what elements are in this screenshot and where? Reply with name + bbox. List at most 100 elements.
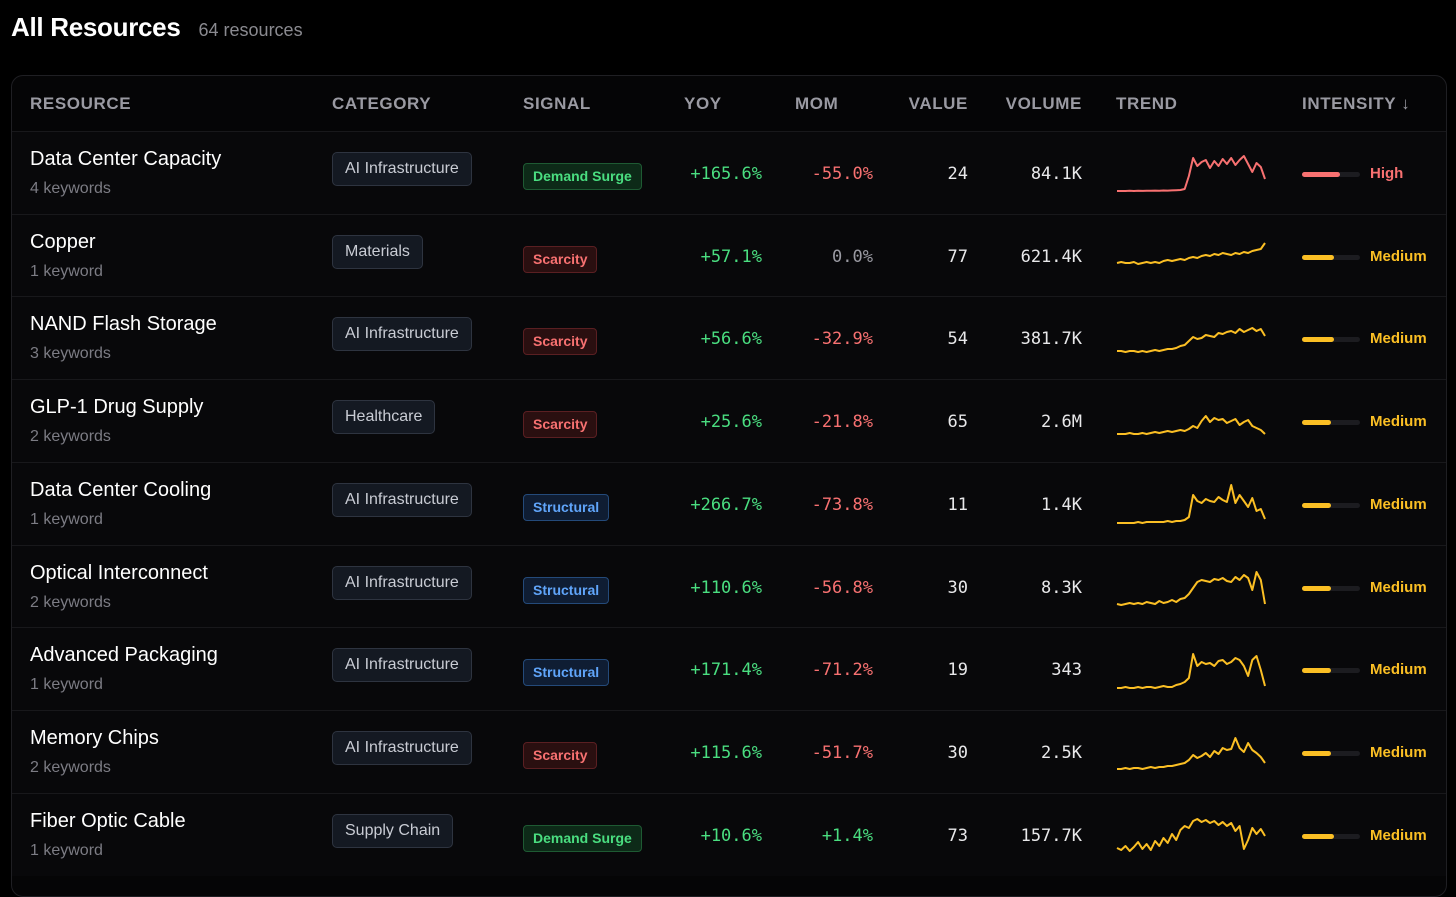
intensity-bar-fill: [1302, 750, 1331, 756]
intensity-bar: [1302, 585, 1360, 591]
trend-sparkline: [1117, 483, 1266, 524]
resource-name[interactable]: GLP-1 Drug Supply: [30, 396, 203, 419]
trend-line: [1117, 653, 1266, 690]
intensity-bar: [1302, 502, 1360, 508]
trend-sparkline: [1117, 327, 1266, 354]
resource-name[interactable]: Advanced Packaging: [30, 644, 218, 667]
category-badge: AI Infrastructure: [332, 152, 472, 186]
yoy-value: +25.6%: [700, 412, 762, 433]
col-volume[interactable]: VOLUME: [1006, 94, 1082, 114]
mom-value: -32.9%: [811, 329, 873, 350]
volume-cell: 2.5K: [1041, 742, 1082, 763]
resource-name[interactable]: Data Center Capacity: [30, 148, 221, 171]
volume-cell: 381.7K: [1020, 329, 1082, 350]
intensity-label: Medium: [1370, 743, 1427, 761]
intensity-bar-fill: [1302, 172, 1340, 177]
mom-value: -73.8%: [811, 494, 873, 515]
trend-line: [1117, 155, 1266, 192]
category-badge: Supply Chain: [332, 813, 454, 848]
trend-line: [1117, 736, 1266, 770]
intensity-bar: [1302, 254, 1360, 260]
signal-badge: Scarcity: [523, 245, 598, 273]
volume-cell: 84.1K: [1030, 164, 1082, 184]
keyword-count: 4 keywords: [30, 180, 111, 197]
value-cell: 30: [947, 577, 968, 598]
category-badge: Materials: [332, 234, 423, 269]
resources-table: RESOURCE CATEGORY SIGNAL YOY MOM VALUE V…: [11, 75, 1447, 897]
intensity-bar: [1302, 420, 1360, 426]
trend-sparkline: [1117, 415, 1266, 436]
signal-badge: Structural: [523, 576, 610, 604]
mom-value: -71.2%: [811, 660, 873, 681]
table-row[interactable]: Data Center Capacity 4 keywords AI Infrast…: [12, 131, 1446, 214]
trend-sparkline: [1116, 242, 1266, 265]
resource-name[interactable]: Fiber Optic Cable: [30, 810, 186, 833]
intensity-bar: [1302, 833, 1360, 839]
yoy-value: +266.7%: [690, 494, 762, 515]
intensity-bar: [1302, 172, 1360, 177]
keyword-count: 3 keywords: [30, 345, 111, 363]
mom-value: -21.8%: [811, 412, 873, 433]
signal-badge: Scarcity: [523, 741, 598, 769]
signal-badge: Scarcity: [523, 328, 598, 356]
keyword-count: 2 keywords: [30, 758, 111, 776]
trend-line: [1117, 327, 1266, 354]
resource-name[interactable]: Optical Interconnect: [30, 562, 208, 585]
intensity-label: Medium: [1370, 330, 1427, 348]
page-title: All Resources: [11, 12, 181, 42]
keyword-count: 1 keyword: [30, 510, 103, 528]
col-category[interactable]: CATEGORY: [332, 94, 431, 114]
table-row[interactable]: Fiber Optic Cable 1 keyword Supply Chain De…: [12, 792, 1446, 876]
col-resource[interactable]: RESOURCE: [30, 94, 131, 114]
volume-cell: 157.7K: [1020, 825, 1082, 846]
mom-value: 0.0%: [832, 246, 873, 267]
trend-line: [1117, 483, 1266, 524]
yoy-value: +57.1%: [700, 246, 762, 267]
intensity-bar: [1302, 668, 1360, 674]
resource-name[interactable]: Memory Chips: [30, 727, 159, 750]
table-row[interactable]: Advanced Packaging 1 keyword AI Infrastruc…: [12, 627, 1446, 711]
intensity-bar: [1302, 337, 1360, 343]
signal-badge: Demand Surge: [523, 824, 642, 852]
intensity-label: High: [1370, 165, 1404, 182]
yoy-value: +171.4%: [690, 660, 762, 681]
volume-cell: 621.4K: [1020, 246, 1082, 267]
table-row[interactable]: Optical Interconnect 2 keywords AI Infrast…: [12, 544, 1446, 628]
table-row[interactable]: Copper 1 keyword Materials Scarcity +57.1% 0.…: [12, 213, 1446, 297]
trend-line: [1116, 242, 1266, 265]
keyword-count: 1 keyword: [30, 676, 103, 694]
signal-badge: Structural: [523, 493, 610, 521]
intensity-bar-fill: [1302, 420, 1331, 426]
resource-name[interactable]: Data Center Cooling: [30, 479, 211, 502]
intensity-bar-fill: [1302, 337, 1334, 343]
resource-name[interactable]: Copper: [30, 231, 96, 254]
mom-value: -55.0%: [811, 164, 873, 184]
col-trend[interactable]: TREND: [1116, 94, 1178, 114]
trend-sparkline: [1116, 570, 1266, 606]
table-row[interactable]: NAND Flash Storage 3 keywords AI Infrastru…: [12, 296, 1446, 380]
intensity-bar-fill: [1302, 585, 1331, 591]
trend-line: [1116, 817, 1266, 852]
keyword-count: 2 keywords: [30, 428, 111, 446]
value-cell: 65: [947, 412, 968, 433]
volume-cell: 343: [1051, 660, 1082, 681]
intensity-label: Medium: [1370, 661, 1427, 679]
category-badge: AI Infrastructure: [332, 648, 472, 683]
col-value[interactable]: VALUE: [909, 94, 968, 114]
yoy-value: +56.6%: [700, 329, 762, 350]
keyword-count: 1 keyword: [30, 262, 103, 280]
col-signal[interactable]: SIGNAL: [523, 94, 591, 114]
col-intensity[interactable]: INTENSITY ↓: [1302, 94, 1410, 114]
table-row[interactable]: Memory Chips 2 keywords AI Infrastructure S…: [12, 709, 1446, 793]
intensity-bar: [1302, 750, 1360, 756]
resource-name[interactable]: NAND Flash Storage: [30, 313, 217, 336]
col-mom[interactable]: MOM: [795, 94, 838, 114]
col-yoy[interactable]: YOY: [684, 94, 722, 114]
table-row[interactable]: GLP-1 Drug Supply 2 keywords Healthcare Sca…: [12, 379, 1446, 463]
category-badge: AI Infrastructure: [332, 565, 472, 600]
volume-cell: 2.6M: [1041, 412, 1082, 433]
table-row[interactable]: Data Center Cooling 1 keyword AI Infrastru…: [12, 461, 1446, 545]
mom-value: -56.8%: [811, 577, 873, 598]
category-badge: AI Infrastructure: [332, 730, 472, 765]
resource-count: 64 resources: [198, 20, 303, 40]
